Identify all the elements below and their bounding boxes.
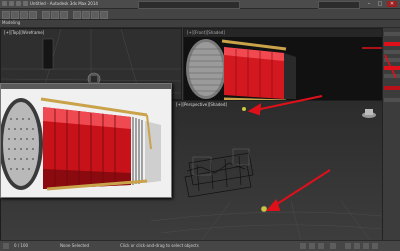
orbit-icon[interactable] (363, 243, 369, 249)
zoom-icon[interactable] (345, 243, 351, 249)
command-row[interactable] (384, 58, 400, 62)
ribbon: Modeling (0, 20, 400, 28)
redo-icon[interactable] (23, 1, 28, 6)
maxscript-icon[interactable] (3, 243, 9, 249)
render-image (1, 89, 171, 197)
command-row[interactable] (384, 50, 400, 54)
red-highlight-icon[interactable] (384, 66, 400, 70)
search-input[interactable] (138, 1, 240, 9)
material-editor-icon[interactable] (82, 11, 90, 19)
window-title: Untitled - Autodesk 3ds Max 2014 (30, 1, 98, 6)
select-tool-icon[interactable] (2, 11, 10, 19)
rotate-tool-icon[interactable] (20, 11, 28, 19)
rendered-frame-window[interactable] (0, 83, 172, 198)
time-config-icon[interactable] (330, 243, 336, 249)
front-viewport-render (184, 37, 382, 101)
red-highlight-icon[interactable] (384, 42, 400, 46)
play-icon[interactable] (300, 243, 306, 249)
pan-icon[interactable] (354, 243, 360, 249)
layers-tool-icon[interactable] (73, 11, 81, 19)
close-button[interactable]: ✕ (387, 1, 397, 7)
create-tab-icon[interactable] (384, 32, 400, 36)
prompt-hint: Click or click-and-drag to select object… (120, 243, 199, 248)
scale-tool-icon[interactable] (29, 11, 37, 19)
maximize-viewport-icon[interactable] (372, 243, 378, 249)
status-bar: 0 / 100 None Selected Click or click-and… (0, 240, 400, 251)
light-icon[interactable] (260, 205, 268, 213)
quick-access-icon[interactable] (9, 1, 14, 6)
title-bar: Untitled - Autodesk 3ds Max 2014 – □ ✕ (0, 0, 400, 9)
render-setup-icon[interactable] (91, 11, 99, 19)
main-toolbar (0, 9, 400, 20)
red-highlight-icon[interactable] (384, 86, 400, 90)
mirror-tool-icon[interactable] (51, 11, 59, 19)
command-row[interactable] (384, 74, 400, 78)
undo-icon[interactable] (16, 1, 21, 6)
align-tool-icon[interactable] (60, 11, 68, 19)
move-tool-icon[interactable] (11, 11, 19, 19)
light-icon[interactable] (242, 107, 246, 111)
command-panel[interactable] (382, 28, 400, 240)
stop-icon[interactable] (309, 243, 315, 249)
render-teapot-icon[interactable] (100, 11, 108, 19)
help-input[interactable] (318, 1, 360, 9)
frame-counter: 0 / 100 (14, 243, 29, 248)
viewport-front[interactable]: [+][Front][Shaded] (183, 28, 383, 102)
app-icon[interactable] (2, 1, 7, 6)
selection-status: None Selected (60, 243, 90, 248)
ribbon-tab-modeling[interactable]: Modeling (2, 20, 20, 25)
render-canvas (1, 89, 171, 197)
mic-top-shape[interactable] (42, 38, 54, 70)
key-mode-icon[interactable] (318, 243, 324, 249)
minimize-button[interactable]: – (364, 1, 374, 7)
command-row[interactable] (384, 98, 400, 102)
maximize-button[interactable]: □ (375, 1, 385, 7)
snap-tool-icon[interactable] (42, 11, 50, 19)
